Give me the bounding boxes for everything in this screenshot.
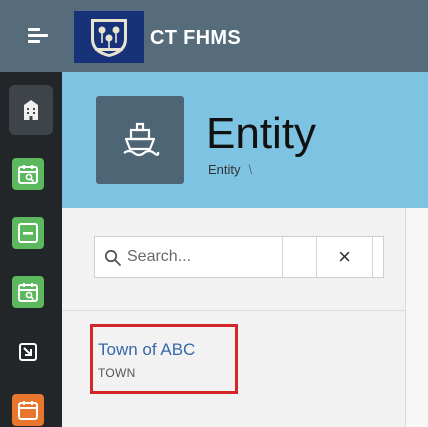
sidebar-item-minus-box[interactable] xyxy=(12,217,44,249)
page-title: Entity xyxy=(206,109,317,158)
page-header: Entity Entity \ xyxy=(62,72,428,208)
ship-icon xyxy=(123,122,160,157)
hamburger-menu-icon xyxy=(28,28,48,44)
sidebar xyxy=(0,72,62,427)
search-input[interactable] xyxy=(127,237,277,277)
breadcrumb: Entity \ xyxy=(208,162,252,177)
entity-tile xyxy=(96,96,184,184)
state-seal-icon xyxy=(91,19,127,57)
search-bar: × xyxy=(94,236,384,278)
sidebar-item-calendar-search[interactable] xyxy=(12,158,44,190)
app-logo[interactable] xyxy=(74,11,144,63)
breadcrumb-item-entity[interactable]: Entity xyxy=(208,162,241,177)
app-title: CT FHMS xyxy=(150,27,241,49)
detail-panel-edge xyxy=(406,208,428,427)
search-icon xyxy=(104,249,121,266)
building-icon xyxy=(24,100,38,120)
list-item[interactable]: Town of ABC TOWN xyxy=(90,324,238,394)
divider xyxy=(62,310,406,311)
sidebar-item-calendar-search-2[interactable] xyxy=(12,276,44,308)
menu-button[interactable] xyxy=(8,10,68,62)
calendar-search-icon xyxy=(18,165,38,184)
search-option-button[interactable] xyxy=(283,237,317,277)
main-content: Entity Entity \ × xyxy=(62,72,428,427)
sidebar-item-entity[interactable] xyxy=(9,85,53,135)
sidebar-item-import[interactable] xyxy=(12,336,44,368)
breadcrumb-separator: \ xyxy=(248,162,253,177)
entity-type-label: TOWN xyxy=(98,366,136,380)
entity-list-panel: × Town of ABC TOWN xyxy=(62,208,406,427)
search-box xyxy=(95,237,283,277)
close-icon: × xyxy=(338,244,351,269)
entity-name-link[interactable]: Town of ABC xyxy=(98,340,195,360)
arrow-import-icon xyxy=(19,343,37,361)
top-bar: CT FHMS xyxy=(0,0,428,72)
sidebar-item-calendar-edit[interactable] xyxy=(12,394,44,426)
minus-box-icon xyxy=(18,223,38,243)
app-window: CT FHMS Entity Entity \ Search... × Town… xyxy=(0,0,428,427)
clear-search-button[interactable]: × xyxy=(317,237,373,277)
calendar-search-icon xyxy=(18,283,38,302)
calendar-edit-icon xyxy=(18,401,38,420)
